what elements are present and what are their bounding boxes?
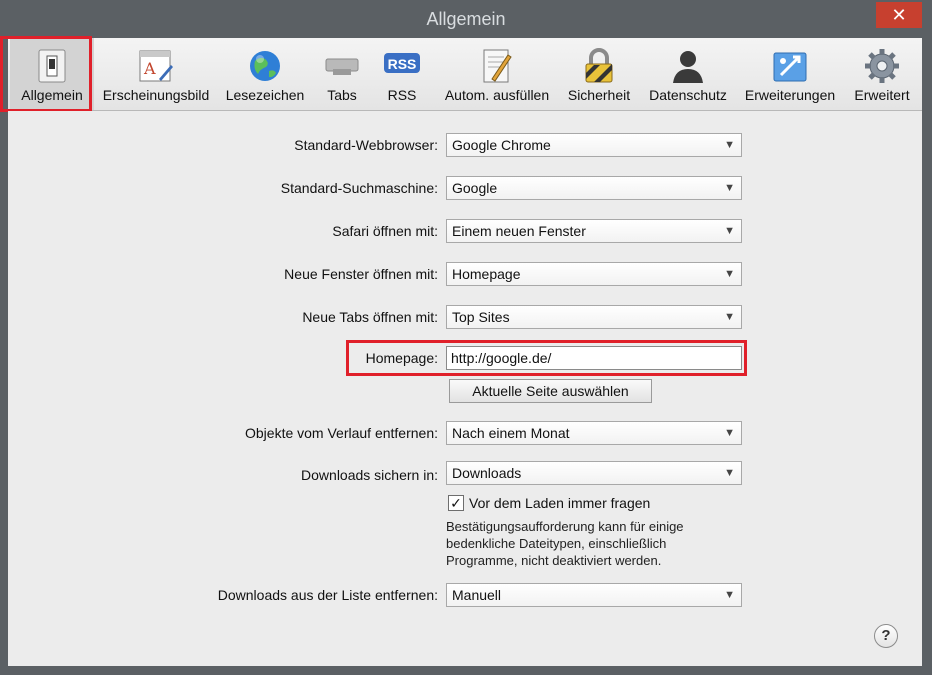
tab-erweiterungen[interactable]: Erweiterungen — [738, 38, 842, 110]
tab-label: Datenschutz — [649, 87, 727, 103]
tab-sicherheit[interactable]: Sicherheit — [562, 38, 636, 110]
tab-label: Tabs — [327, 87, 357, 103]
select-value: Einem neuen Fenster — [452, 223, 586, 239]
select-value: Homepage — [452, 266, 521, 282]
new-window-select[interactable]: Homepage ▼ — [446, 262, 742, 286]
note-line: bedenkliche Dateitypen, einschließlich — [446, 536, 667, 551]
select-value: Google — [452, 180, 498, 196]
new-window-label: Neue Fenster öffnen mit: — [284, 266, 438, 282]
help-button[interactable]: ? — [874, 624, 898, 648]
downloads-save-label: Downloads sichern in: — [301, 467, 438, 483]
search-engine-select[interactable]: Google ▼ — [446, 176, 742, 200]
lock-icon — [585, 48, 613, 83]
general-pane: Standard-Webbrowser: Google Chrome ▼ Sta… — [8, 111, 922, 666]
safari-open-label: Safari öffnen mit: — [332, 223, 438, 239]
note-line: Programme, nicht deaktiviert werden. — [446, 553, 662, 568]
tab-erscheinungsbild[interactable]: A Erscheinungsbild — [98, 38, 214, 110]
chevron-down-icon: ▼ — [724, 467, 735, 479]
new-window-row: Neue Fenster öffnen mit: Homepage ▼ — [8, 262, 922, 288]
downloads-save-select[interactable]: Downloads ▼ — [446, 461, 742, 485]
rss-icon: RSS — [384, 53, 420, 73]
chevron-down-icon: ▼ — [724, 589, 735, 601]
svg-text:RSS: RSS — [388, 56, 417, 72]
tabs-icon — [325, 58, 359, 75]
chevron-down-icon: ▼ — [724, 268, 735, 280]
downloads-remove-row: Downloads aus der Liste entfernen: Manue… — [8, 583, 922, 609]
new-tabs-label: Neue Tabs öffnen mit: — [302, 309, 438, 325]
default-browser-label: Standard-Webbrowser: — [294, 137, 438, 153]
tab-label: Lesezeichen — [225, 87, 305, 103]
tab-autom-ausfuellen[interactable]: Autom. ausfüllen — [436, 38, 558, 110]
downloads-remove-select[interactable]: Manuell ▼ — [446, 583, 742, 607]
tab-datenschutz[interactable]: Datenschutz — [642, 38, 734, 110]
history-remove-row: Objekte vom Verlauf entfernen: Nach eine… — [8, 421, 922, 447]
tab-tabs[interactable]: Tabs — [314, 38, 370, 110]
select-value: Top Sites — [452, 309, 510, 325]
homepage-highlight — [346, 340, 747, 376]
downloads-save-row: Downloads sichern in: Downloads ▼ — [8, 461, 922, 487]
preferences-window: Allgemein ✕ Allgemein A Erscheinungsbild — [0, 0, 932, 675]
selected-tab-highlight — [0, 36, 92, 112]
search-engine-row: Standard-Suchmaschine: Google ▼ — [8, 176, 922, 202]
person-icon — [673, 51, 703, 83]
ask-before-download-checkbox[interactable]: ✓ — [448, 495, 464, 511]
set-current-page-button[interactable]: Aktuelle Seite auswählen — [449, 379, 652, 403]
close-button[interactable]: ✕ — [876, 2, 922, 28]
download-note: Bestätigungsaufforderung kann für einige… — [446, 518, 746, 569]
chevron-down-icon: ▼ — [724, 225, 735, 237]
default-browser-row: Standard-Webbrowser: Google Chrome ▼ — [8, 133, 922, 159]
svg-text:A: A — [143, 59, 156, 78]
tab-label: Erweitert — [854, 87, 910, 103]
tab-lesezeichen[interactable]: Lesezeichen — [220, 38, 310, 110]
tab-label: Erweiterungen — [744, 87, 836, 103]
tab-label: Erscheinungsbild — [102, 87, 210, 103]
downloads-remove-label: Downloads aus der Liste entfernen: — [217, 587, 438, 603]
chevron-down-icon: ▼ — [724, 311, 735, 323]
select-value: Google Chrome — [452, 137, 551, 153]
autofill-icon — [483, 49, 512, 83]
tab-erweitert[interactable]: Erweitert — [846, 38, 918, 110]
chevron-down-icon: ▼ — [724, 182, 735, 194]
puzzle-icon — [773, 52, 807, 82]
ask-before-download-label: Vor dem Laden immer fragen — [469, 495, 651, 511]
chevron-down-icon: ▼ — [724, 427, 735, 439]
window-title: Allgemein — [426, 9, 506, 29]
history-remove-select[interactable]: Nach einem Monat ▼ — [446, 421, 742, 445]
globe-icon — [250, 51, 280, 81]
chevron-down-icon: ▼ — [724, 139, 735, 151]
new-tabs-select[interactable]: Top Sites ▼ — [446, 305, 742, 329]
history-remove-label: Objekte vom Verlauf entfernen: — [245, 425, 438, 441]
select-value: Manuell — [452, 587, 502, 603]
default-browser-select[interactable]: Google Chrome ▼ — [446, 133, 742, 157]
new-tabs-row: Neue Tabs öffnen mit: Top Sites ▼ — [8, 305, 922, 331]
safari-open-row: Safari öffnen mit: Einem neuen Fenster ▼ — [8, 219, 922, 245]
select-value: Downloads — [452, 465, 522, 481]
appearance-icon: A — [139, 50, 173, 82]
select-value: Nach einem Monat — [452, 425, 570, 441]
tab-label: Autom. ausfüllen — [444, 87, 550, 103]
gear-icon — [865, 49, 899, 83]
tab-rss[interactable]: RSS RSS — [374, 38, 430, 110]
tab-label: RSS — [387, 87, 417, 103]
search-engine-label: Standard-Suchmaschine: — [280, 180, 438, 196]
tab-label: Sicherheit — [567, 87, 631, 103]
note-line: Bestätigungsaufforderung kann für einige — [446, 519, 684, 534]
safari-open-select[interactable]: Einem neuen Fenster ▼ — [446, 219, 742, 243]
preferences-toolbar: Allgemein A Erscheinungsbild Lesezeichen — [8, 38, 922, 111]
